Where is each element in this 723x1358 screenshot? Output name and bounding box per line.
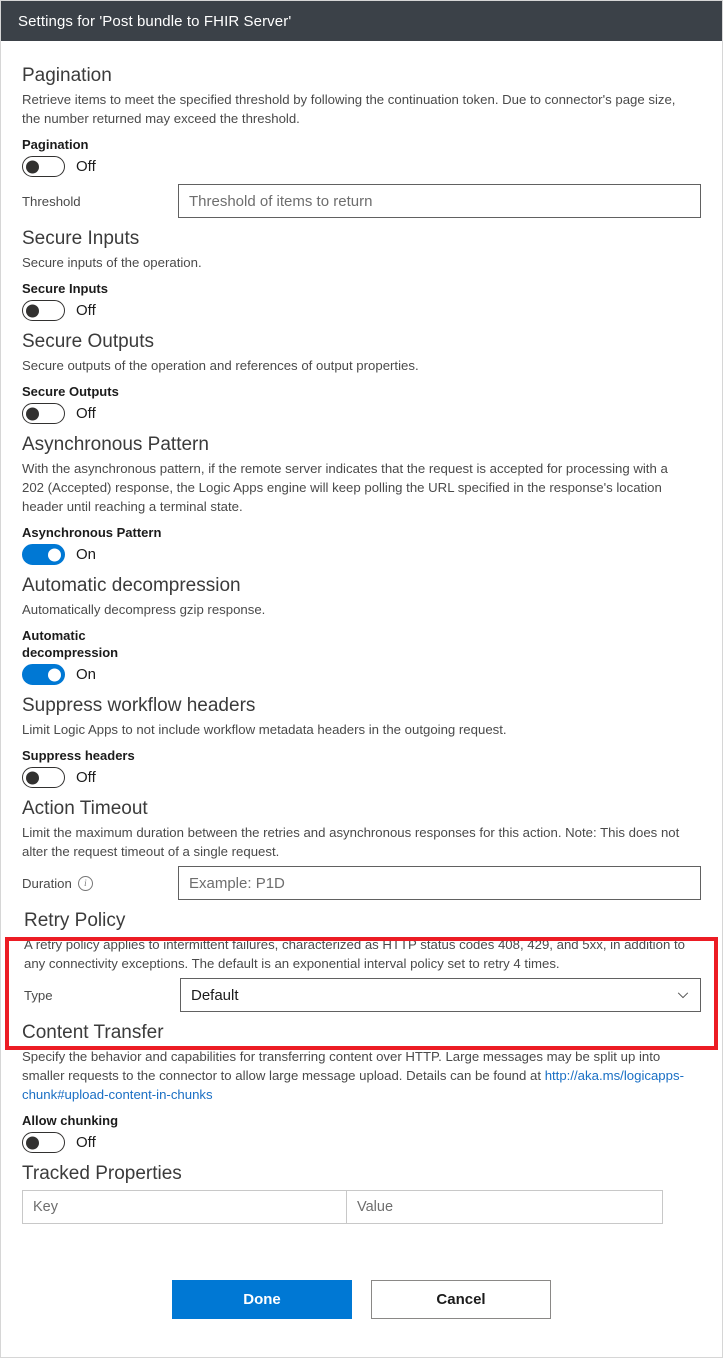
section-title-content-transfer: Content Transfer (22, 1022, 164, 1043)
toggle-knob (26, 160, 39, 173)
dialog-title: Settings for 'Post bundle to FHIR Server… (18, 12, 292, 30)
label-duration: Duration i (22, 875, 178, 891)
automatic-decompression-toggle[interactable] (22, 664, 65, 685)
section-description-automatic-decompression: Automatically decompress gzip response. (22, 602, 266, 617)
toggle-knob (26, 1136, 39, 1149)
label-automatic-decompression-toggle: Automatic decompression (22, 628, 119, 660)
label-asynchronous-pattern-toggle: Asynchronous Pattern (22, 525, 162, 540)
cancel-button[interactable]: Cancel (371, 1280, 551, 1319)
asynchronous-pattern-toggle-state: On (76, 545, 97, 563)
section-description-pagination: Retrieve items to meet the specified thr… (22, 92, 676, 126)
section-title-asynchronous-pattern: Asynchronous Pattern (22, 434, 209, 455)
section-tracked-properties: Tracked Properties Key Value (22, 1162, 701, 1224)
section-description-action-timeout: Limit the maximum duration between the r… (22, 825, 680, 859)
toggle-knob (26, 771, 39, 784)
suppress-headers-toggle-state: Off (76, 768, 96, 786)
automatic-decompression-toggle-state: On (76, 665, 97, 683)
label-allow-chunking-toggle: Allow chunking (22, 1113, 119, 1128)
tracked-properties-key-input[interactable]: Key (22, 1190, 347, 1224)
info-icon[interactable]: i (77, 875, 93, 891)
label-secure-outputs-toggle: Secure Outputs (22, 384, 119, 399)
secure-outputs-toggle-state: Off (76, 404, 96, 422)
suppress-headers-toggle-row: Off (22, 767, 701, 788)
threshold-input[interactable]: Threshold of items to return (178, 184, 701, 218)
allow-chunking-toggle[interactable] (22, 1132, 65, 1153)
section-title-secure-inputs: Secure Inputs (22, 228, 140, 249)
label-threshold: Threshold (22, 193, 81, 209)
settings-content: Pagination Retrieve items to meet the sp… (1, 41, 722, 1319)
section-title-action-timeout: Action Timeout (22, 798, 148, 819)
section-secure-outputs: Secure Outputs Secure outputs of the ope… (22, 330, 701, 424)
secure-outputs-toggle-row: Off (22, 403, 701, 424)
retry-type-row: Type Default (24, 978, 701, 1012)
dialog-titlebar: Settings for 'Post bundle to FHIR Server… (1, 1, 722, 41)
tracked-properties-table: Key Value (22, 1190, 663, 1224)
section-title-retry-policy: Retry Policy (24, 910, 126, 931)
automatic-decompression-toggle-row: On (22, 664, 701, 685)
section-title-suppress-workflow-headers: Suppress workflow headers (22, 695, 256, 716)
retry-type-dropdown[interactable]: Default (180, 978, 701, 1012)
dialog-footer: Done Cancel (22, 1280, 701, 1319)
retry-type-value: Default (191, 986, 239, 1004)
section-description-secure-inputs: Secure inputs of the operation. (22, 255, 202, 270)
section-title-pagination: Pagination (22, 65, 112, 86)
section-description-content-transfer: Specify the behavior and capabilities fo… (22, 1047, 688, 1104)
section-title-tracked-properties: Tracked Properties (22, 1163, 182, 1184)
section-action-timeout: Action Timeout Limit the maximum duratio… (22, 797, 701, 900)
secure-inputs-toggle[interactable] (22, 300, 65, 321)
threshold-row: Threshold Threshold of items to return (22, 184, 701, 218)
tracked-properties-value-input[interactable]: Value (347, 1190, 663, 1224)
pagination-toggle-row: Off (22, 156, 701, 177)
section-secure-inputs: Secure Inputs Secure inputs of the opera… (22, 227, 701, 321)
allow-chunking-toggle-state: Off (76, 1133, 96, 1151)
toggle-knob (26, 304, 39, 317)
done-button[interactable]: Done (172, 1280, 352, 1319)
toggle-knob (26, 407, 39, 420)
section-description-secure-outputs: Secure outputs of the operation and refe… (22, 358, 419, 373)
section-content-transfer: Content Transfer Specify the behavior an… (22, 1021, 701, 1153)
settings-panel: Settings for 'Post bundle to FHIR Server… (0, 0, 723, 1358)
asynchronous-pattern-toggle[interactable] (22, 544, 65, 565)
pagination-toggle[interactable] (22, 156, 65, 177)
duration-input[interactable]: Example: P1D (178, 866, 701, 900)
secure-inputs-toggle-state: Off (76, 301, 96, 319)
chevron-down-icon (677, 992, 689, 999)
section-automatic-decompression: Automatic decompression Automatically de… (22, 574, 701, 685)
label-duration-text: Duration (22, 875, 72, 891)
section-description-suppress-workflow-headers: Limit Logic Apps to not include workflow… (22, 722, 507, 737)
suppress-headers-toggle[interactable] (22, 767, 65, 788)
secure-outputs-toggle[interactable] (22, 403, 65, 424)
label-retry-type: Type (24, 987, 53, 1003)
toggle-knob (48, 668, 61, 681)
allow-chunking-toggle-row: Off (22, 1132, 701, 1153)
section-description-retry-policy: A retry policy applies to intermittent f… (24, 937, 685, 971)
section-pagination: Pagination Retrieve items to meet the sp… (22, 64, 701, 218)
label-suppress-headers-toggle: Suppress headers (22, 748, 135, 763)
section-title-automatic-decompression: Automatic decompression (22, 575, 241, 596)
section-description-asynchronous-pattern: With the asynchronous pattern, if the re… (22, 461, 668, 514)
secure-inputs-toggle-row: Off (22, 300, 701, 321)
label-secure-inputs-toggle: Secure Inputs (22, 281, 108, 296)
section-retry-policy: Retry Policy A retry policy applies to i… (22, 909, 701, 1012)
pagination-toggle-state: Off (76, 157, 96, 175)
label-pagination-toggle: Pagination (22, 137, 89, 152)
section-title-secure-outputs: Secure Outputs (22, 331, 155, 352)
section-suppress-workflow-headers: Suppress workflow headers Limit Logic Ap… (22, 694, 701, 788)
asynchronous-pattern-toggle-row: On (22, 544, 701, 565)
section-asynchronous-pattern: Asynchronous Pattern With the asynchrono… (22, 433, 701, 565)
duration-row: Duration i Example: P1D (22, 866, 701, 900)
toggle-knob (48, 548, 61, 561)
